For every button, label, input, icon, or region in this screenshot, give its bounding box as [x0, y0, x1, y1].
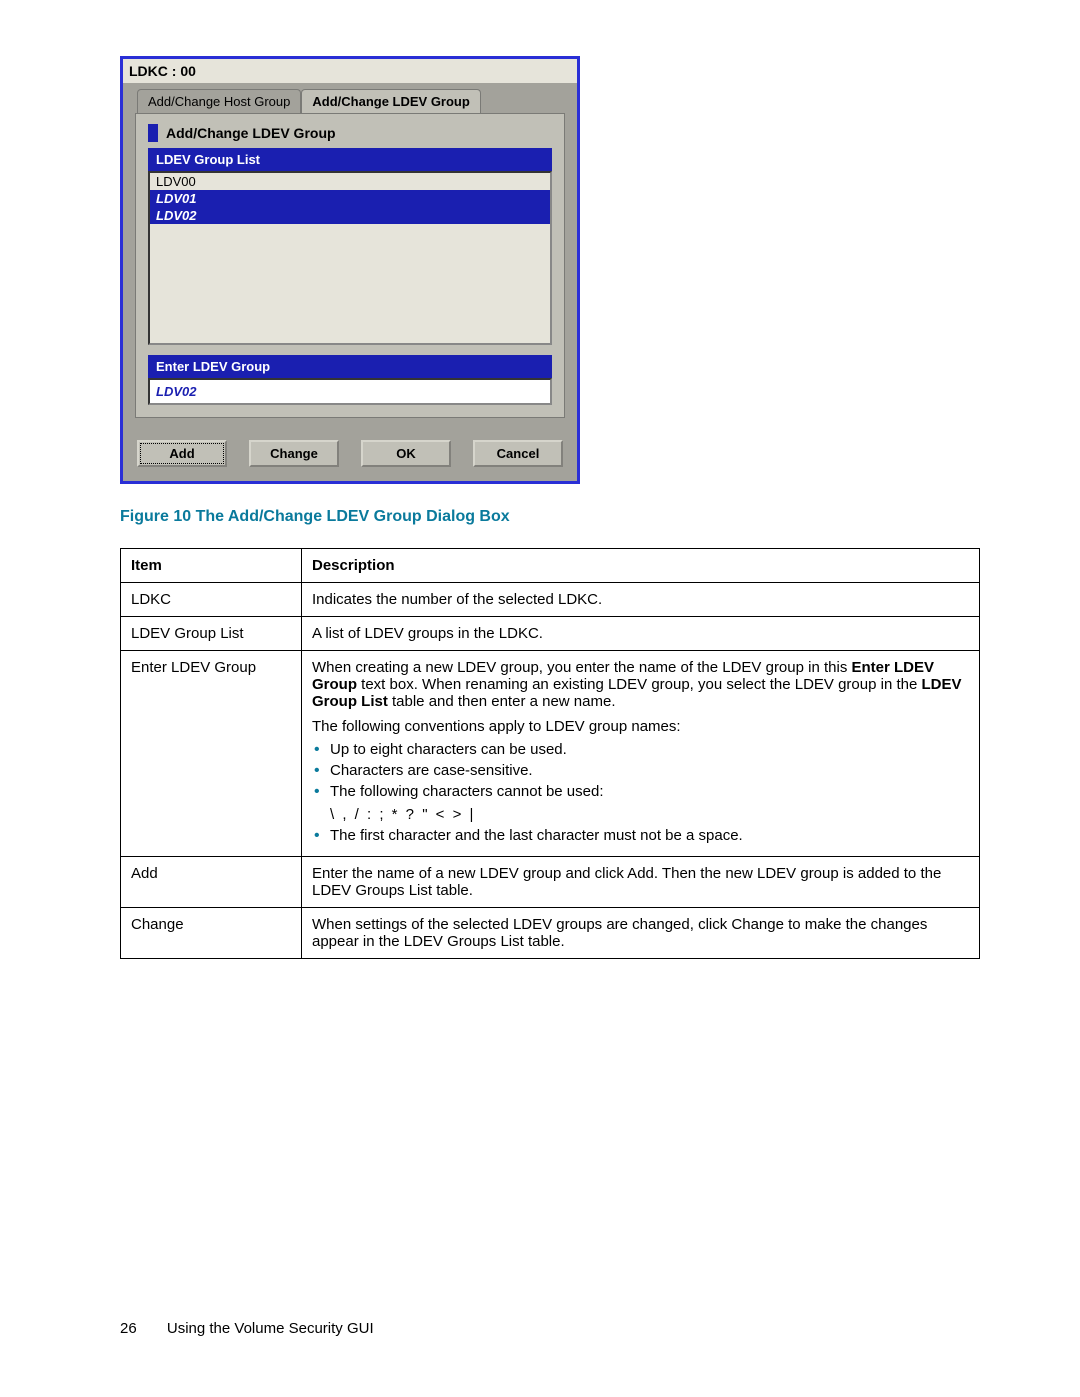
tab-host-group[interactable]: Add/Change Host Group: [137, 89, 301, 113]
table-row: LDEV Group List A list of LDEV groups in…: [121, 617, 980, 651]
section-title: Using the Volume Security GUI: [167, 1320, 374, 1337]
change-button[interactable]: Change: [249, 440, 339, 467]
button-row: Add Change OK Cancel: [123, 430, 577, 481]
enter-ldev-group-input[interactable]: LDV02: [148, 378, 552, 405]
table-row: Add Enter the name of a new LDEV group a…: [121, 857, 980, 908]
tab-ldev-group[interactable]: Add/Change LDEV Group: [301, 89, 480, 113]
tab-body: Add/Change LDEV Group LDEV Group List LD…: [135, 113, 565, 418]
table-row: Change When settings of the selected LDE…: [121, 908, 980, 959]
panel-title: Add/Change LDEV Group: [148, 124, 552, 142]
page: LDKC : 00 Add/Change Host Group Add/Chan…: [0, 0, 1080, 1397]
page-number: 26: [120, 1320, 137, 1337]
enter-ldev-group-header: Enter LDEV Group: [148, 355, 552, 378]
table-row: Enter LDEV Group When creating a new LDE…: [121, 651, 980, 857]
list-item[interactable]: LDV02: [150, 207, 550, 224]
cancel-button[interactable]: Cancel: [473, 440, 563, 467]
description-table: Item Description LDKC Indicates the numb…: [120, 548, 980, 959]
page-footer: 26 Using the Volume Security GUI: [120, 1320, 374, 1337]
ldev-group-list-header: LDEV Group List: [148, 148, 552, 171]
ldev-group-list[interactable]: LDV00 LDV01 LDV02: [148, 171, 552, 345]
list-item[interactable]: LDV01: [150, 190, 550, 207]
ok-button[interactable]: OK: [361, 440, 451, 467]
ldev-dialog: LDKC : 00 Add/Change Host Group Add/Chan…: [120, 56, 580, 484]
tab-strip: Add/Change Host Group Add/Change LDEV Gr…: [123, 83, 577, 113]
title-bar-icon: [148, 124, 158, 142]
panel-title-label: Add/Change LDEV Group: [166, 125, 336, 141]
list-item[interactable]: LDV00: [150, 173, 550, 190]
dialog-header: LDKC : 00: [123, 59, 577, 83]
table-row: LDKC Indicates the number of the selecte…: [121, 583, 980, 617]
figure-caption: Figure 10 The Add/Change LDEV Group Dial…: [120, 508, 980, 526]
table-head-item: Item: [121, 549, 302, 583]
table-head-desc: Description: [302, 549, 980, 583]
add-button[interactable]: Add: [137, 440, 227, 467]
